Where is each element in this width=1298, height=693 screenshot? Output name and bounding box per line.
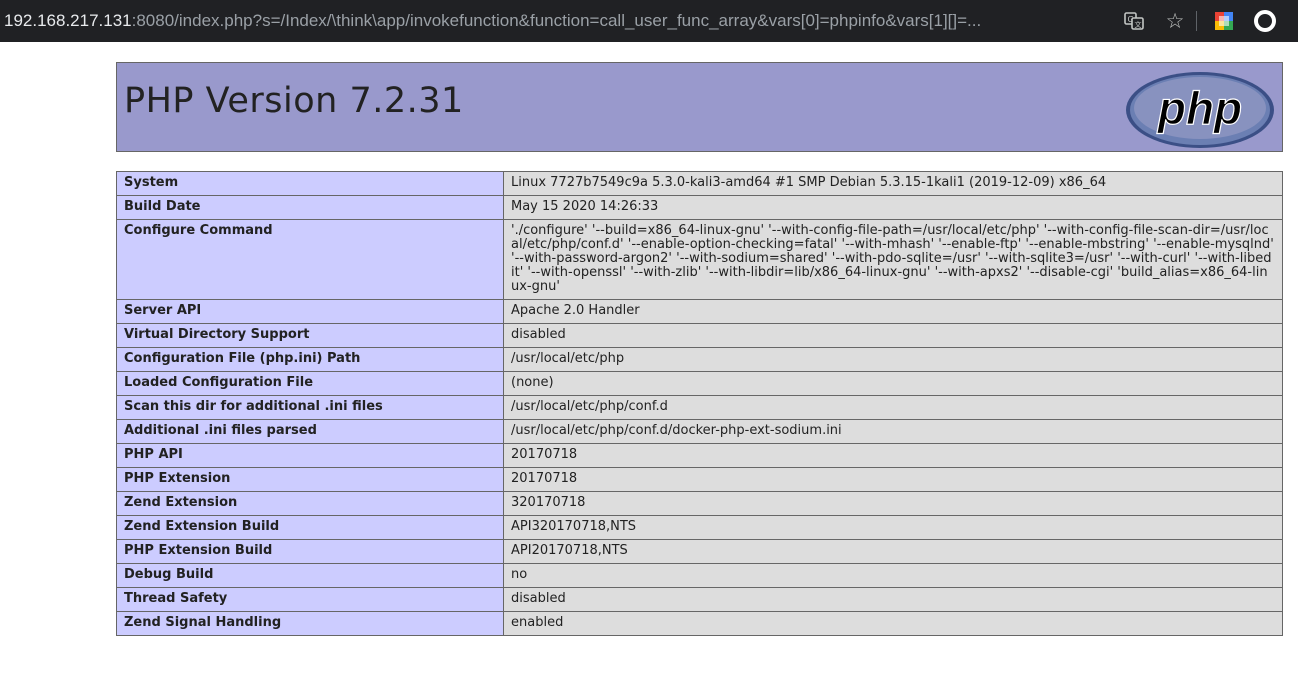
row-key: PHP Extension Build [116, 539, 504, 564]
table-row: PHP Extension 20170718 [116, 467, 1283, 492]
table-row: PHP API 20170718 [116, 443, 1283, 468]
row-key: Zend Extension Build [116, 515, 504, 540]
row-value: './configure' '--build=x86_64-linux-gnu'… [503, 219, 1283, 300]
row-key: Thread Safety [116, 587, 504, 612]
row-value: API320170718,NTS [503, 515, 1283, 540]
table-row: Additional .ini files parsed/usr/local/e… [116, 419, 1283, 444]
translate-icon[interactable]: G文 [1122, 9, 1146, 33]
bookmark-star-icon[interactable]: ☆ [1163, 9, 1187, 33]
row-value: disabled [503, 587, 1283, 612]
row-key: PHP API [116, 443, 504, 468]
row-key: Configure Command [116, 219, 504, 300]
row-value: (none) [503, 371, 1283, 396]
browser-toolbar: 192.168.217.131:8080/index.php?s=/Index/… [0, 0, 1298, 42]
row-value: /usr/local/etc/php/conf.d [503, 395, 1283, 420]
table-row: Loaded Configuration File (none) [116, 371, 1283, 396]
row-key: Loaded Configuration File [116, 371, 504, 396]
logo-text: php [1156, 82, 1242, 134]
row-value: Linux 7727b7549c9a 5.3.0-kali3-amd64 #1 … [503, 171, 1283, 196]
row-value: Apache 2.0 Handler [503, 299, 1283, 324]
row-key: Scan this dir for additional .ini files [116, 395, 504, 420]
php-logo[interactable]: php [1124, 70, 1276, 150]
row-value: 320170718 [503, 491, 1283, 516]
address-bar[interactable]: 192.168.217.131:8080/index.php?s=/Index/… [4, 0, 1109, 42]
table-row: Zend Extension Build API320170718,NTS [116, 515, 1283, 540]
table-row: Zend Extension 320170718 [116, 491, 1283, 516]
table-row: Thread Safety disabled [116, 587, 1283, 612]
svg-text:文: 文 [1135, 20, 1142, 29]
row-key: PHP Extension [116, 467, 504, 492]
row-value: /usr/local/etc/php/conf.d/docker-php-ext… [503, 419, 1283, 444]
table-row: Server API Apache 2.0 Handler [116, 299, 1283, 324]
table-row: Build Date May 15 2020 14:26:33 [116, 195, 1283, 220]
table-row: Configure Command './configure' '--build=… [116, 219, 1283, 300]
row-key: Configuration File (php.ini) Path [116, 347, 504, 372]
phpinfo-page: PHP Version 7.2.31 php System Linux 7727b… [116, 62, 1283, 636]
extension-icon[interactable] [1212, 9, 1236, 33]
row-value: no [503, 563, 1283, 588]
url-path: :8080/index.php?s=/Index/\think\app/invo… [131, 11, 982, 30]
row-key: Zend Signal Handling [116, 611, 504, 636]
row-value: 20170718 [503, 443, 1283, 468]
table-row: System Linux 7727b7549c9a 5.3.0-kali3-amd… [116, 171, 1283, 196]
row-value: API20170718,NTS [503, 539, 1283, 564]
row-value: May 15 2020 14:26:33 [503, 195, 1283, 220]
row-value: enabled [503, 611, 1283, 636]
toolbar-divider [1196, 11, 1197, 31]
row-key: Build Date [116, 195, 504, 220]
row-key: Virtual Directory Support [116, 323, 504, 348]
row-value: disabled [503, 323, 1283, 348]
row-key: System [116, 171, 504, 196]
php-version-header: PHP Version 7.2.31 php [116, 62, 1283, 152]
php-info-table: System Linux 7727b7549c9a 5.3.0-kali3-amd… [116, 171, 1283, 636]
table-row: Debug Build no [116, 563, 1283, 588]
row-value: /usr/local/etc/php [503, 347, 1283, 372]
table-row: Configuration File (php.ini) Path/usr/lo… [116, 347, 1283, 372]
profile-icon[interactable] [1253, 9, 1277, 33]
row-key: Server API [116, 299, 504, 324]
table-row: Zend Signal Handling enabled [116, 611, 1283, 636]
table-row: Scan this dir for additional .ini files /… [116, 395, 1283, 420]
table-row: PHP Extension Build API20170718,NTS [116, 539, 1283, 564]
table-row: Virtual Directory Support disabled [116, 323, 1283, 348]
row-key: Debug Build [116, 563, 504, 588]
page-title: PHP Version 7.2.31 [124, 81, 464, 121]
url-host: 192.168.217.131 [4, 11, 132, 30]
row-key: Additional .ini files parsed [116, 419, 504, 444]
row-key: Zend Extension [116, 491, 504, 516]
row-value: 20170718 [503, 467, 1283, 492]
